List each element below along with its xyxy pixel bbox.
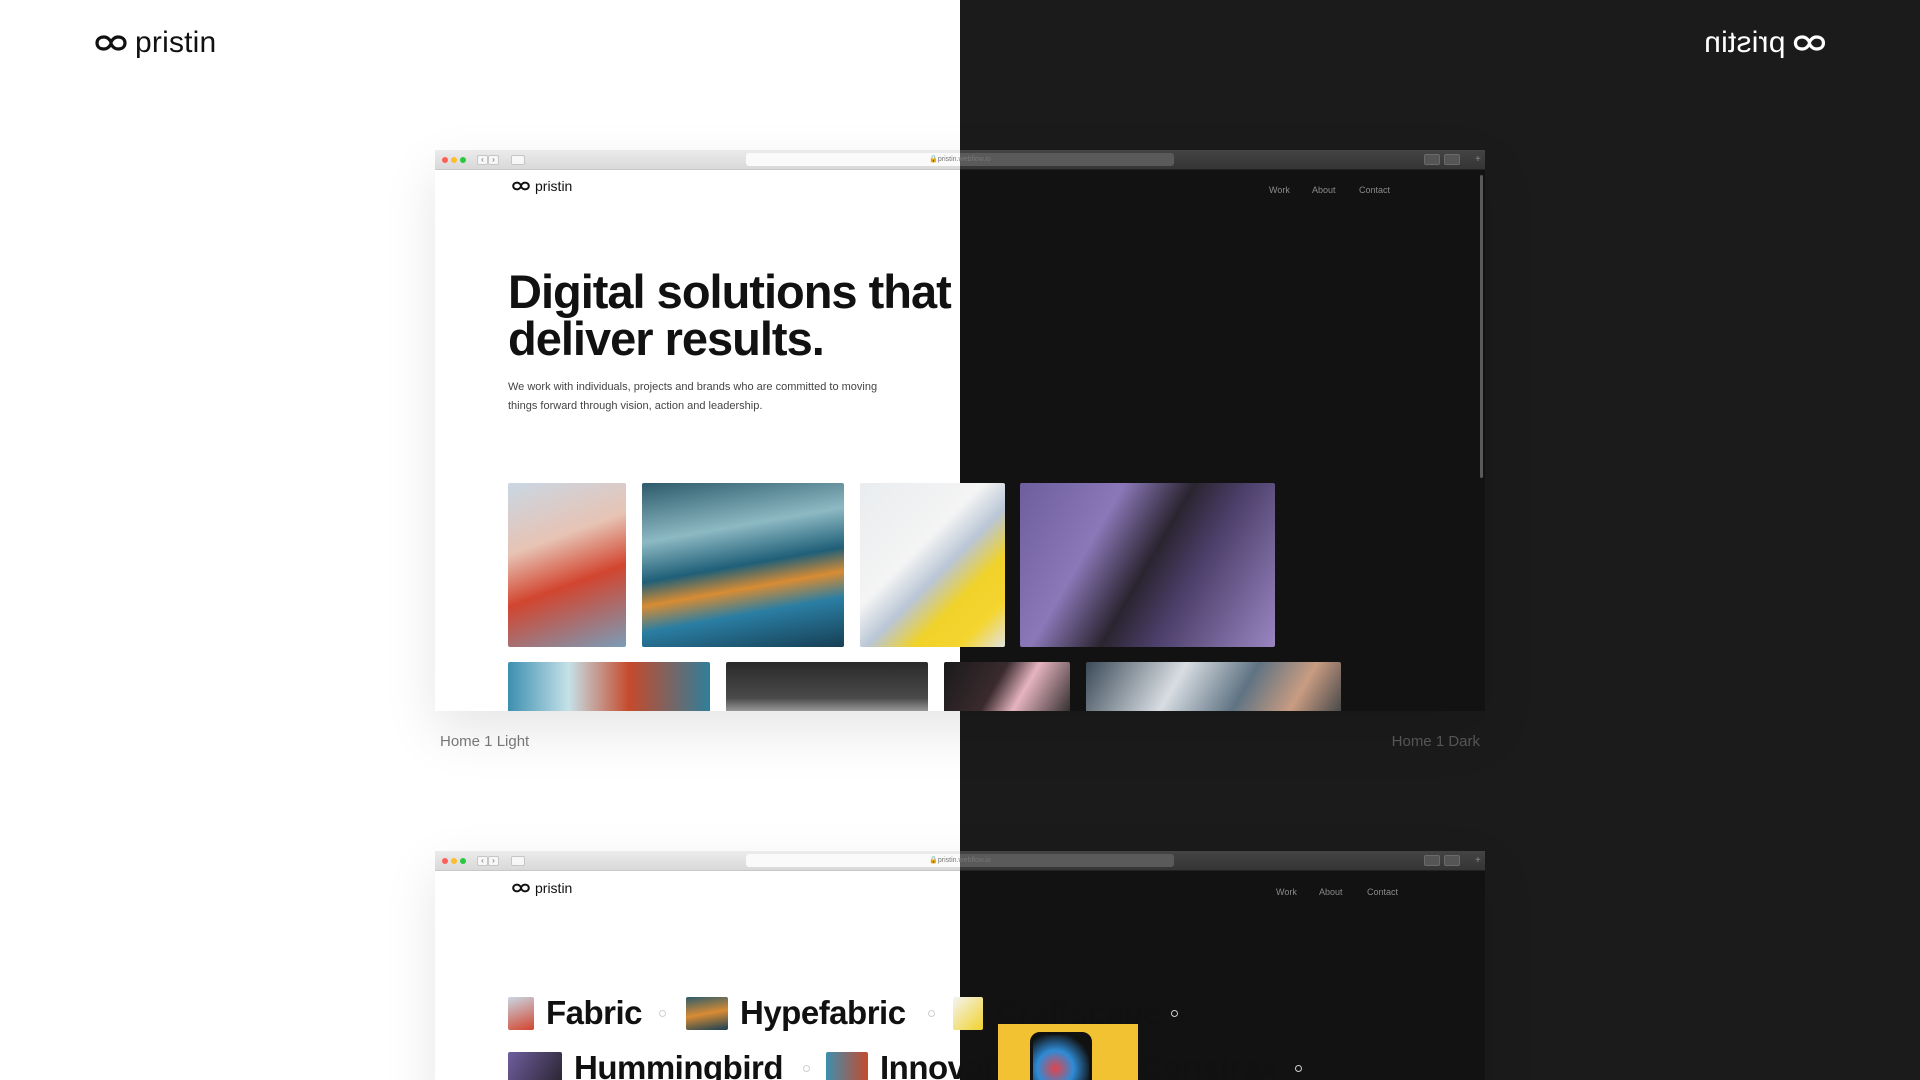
infinity-logo-icon [512,181,530,191]
nav-link-contact[interactable]: Contact [1367,887,1398,897]
separator-dot [1171,1010,1178,1017]
client-item[interactable]: Fabric [508,994,643,1032]
maximize-window-button[interactable] [460,858,466,864]
sidebar-icon[interactable] [511,155,525,165]
separator-dot [803,1065,810,1072]
brand-logo-dark[interactable]: pristin [1704,26,1825,60]
nav-link-work[interactable]: Work [1269,185,1290,195]
tabs-icon[interactable] [1444,154,1460,165]
share-icon[interactable] [1424,855,1440,866]
infinity-logo-icon [512,883,530,893]
client-item[interactable]: Constrax [1139,1049,1279,1080]
project-thumbnail[interactable] [508,662,710,711]
caption-dark: Home 1 Dark [1391,733,1480,750]
nav-link-about[interactable]: About [1312,185,1336,195]
project-thumbnail[interactable] [726,662,928,711]
chevron-right-icon[interactable]: › [488,155,499,165]
client-item[interactable]: Innovati [826,1049,1003,1080]
plus-icon[interactable]: + [1475,154,1481,165]
project-thumbnail[interactable] [1086,662,1341,711]
browser-mockup-clients[interactable]: ‹ › 🔒pristin.webflow.io + pristin Work A… [435,851,1485,1080]
project-thumbnail[interactable] [508,483,626,647]
client-thumbnail [686,996,728,1030]
browser-mockup-home[interactable]: ‹ › 🔒pristin.webflow.io + pristin Work A… [435,150,1485,711]
project-thumbnail[interactable] [860,483,1005,647]
close-window-button[interactable] [442,858,448,864]
url-bar[interactable]: 🔒pristin.webflow.io [746,153,1174,166]
infinity-logo-icon [1793,35,1825,51]
caption-light: Home 1 Light [440,733,530,750]
chevron-left-icon[interactable]: ‹ [477,856,488,866]
infinity-logo-icon [95,35,127,51]
project-thumbnail[interactable] [944,662,1070,711]
client-item[interactable]: Hypefabric [686,994,906,1032]
minimize-window-button[interactable] [451,157,457,163]
url-text: pristin.webflow.io [937,156,991,163]
scrollbar[interactable] [1480,175,1483,478]
minimize-window-button[interactable] [451,858,457,864]
plus-icon[interactable]: + [1475,855,1481,866]
site-logo-text: pristin [535,178,573,194]
client-name: Innovati [880,1049,1003,1080]
nav-link-contact[interactable]: Contact [1359,185,1390,195]
nav-link-about[interactable]: About [1319,887,1343,897]
hero-title: Digital solutions that deliver results. [508,265,952,365]
brand-name: pristin [1703,26,1785,59]
client-thumbnail [953,996,983,1030]
separator-dot [659,1010,666,1017]
site-logo-text: pristin [535,880,573,896]
client-name: Hummingbird [574,1049,783,1080]
url-bar[interactable]: 🔒pristin.webflow.io [746,854,1174,867]
client-thumbnail [826,1051,868,1080]
maximize-window-button[interactable] [460,157,466,163]
brand-name: pristin [135,26,217,59]
client-name: Constrax [1139,1049,1279,1080]
client-thumbnail [508,1051,562,1080]
url-text: pristin.webflow.io [937,857,991,864]
client-item[interactable]: Hummingbird [508,1049,783,1080]
separator-dot [1295,1065,1302,1072]
lock-icon: 🔒 [929,156,938,163]
site-logo[interactable]: pristin [512,178,572,194]
client-thumbnail [508,996,534,1030]
lock-icon: 🔒 [929,857,938,864]
client-name: Fabric [546,994,643,1031]
nav-link-work[interactable]: Work [1276,887,1297,897]
phone-case-image [1030,1032,1092,1080]
brand-logo-light[interactable]: pristin [95,26,216,60]
tabs-icon[interactable] [1444,855,1460,866]
project-thumbnail[interactable] [642,483,844,647]
close-window-button[interactable] [442,157,448,163]
site-logo[interactable]: pristin [512,880,572,896]
sidebar-icon[interactable] [511,856,525,866]
share-icon[interactable] [1424,154,1440,165]
hover-preview-card [998,1024,1138,1080]
client-name: Hypefabric [740,994,906,1031]
separator-dot [928,1010,935,1017]
hero-subtitle: We work with individuals, projects and b… [508,381,878,412]
chevron-left-icon[interactable]: ‹ [477,155,488,165]
chevron-right-icon[interactable]: › [488,856,499,866]
project-thumbnail[interactable] [1020,483,1275,647]
